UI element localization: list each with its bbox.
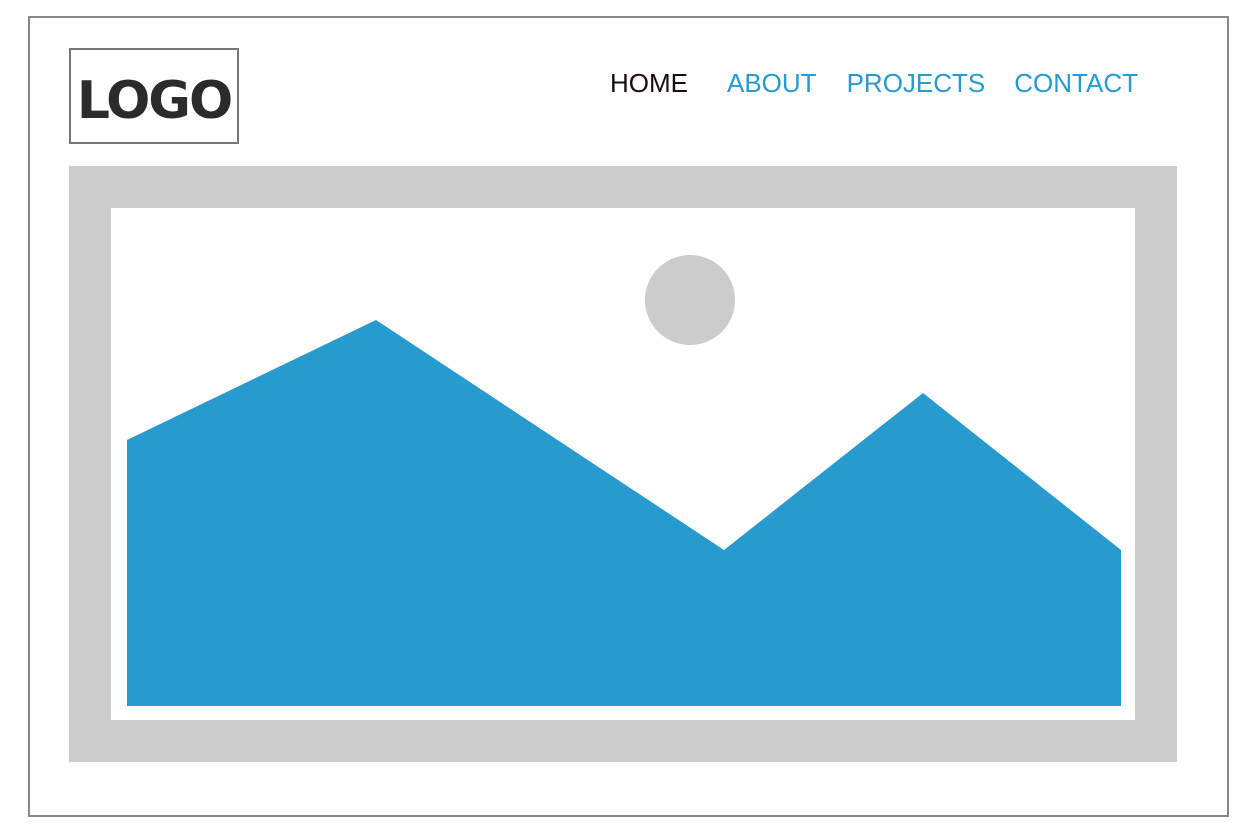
nav-link-contact[interactable]: CONTACT xyxy=(1014,68,1138,98)
sun-icon xyxy=(645,255,735,345)
page-frame: LOGO HOME ABOUT PROJECTS CONTACT xyxy=(28,16,1229,817)
main-nav: HOME ABOUT PROJECTS CONTACT xyxy=(610,68,1138,98)
nav-link-home[interactable]: HOME xyxy=(610,68,688,98)
nav-link-about[interactable]: ABOUT xyxy=(727,68,817,98)
logo[interactable]: LOGO xyxy=(69,48,239,144)
hero-image-placeholder xyxy=(69,166,1177,762)
nav-link-projects[interactable]: PROJECTS xyxy=(847,68,986,98)
image-placeholder-icon xyxy=(111,208,1135,720)
logo-text: LOGO xyxy=(76,71,233,131)
